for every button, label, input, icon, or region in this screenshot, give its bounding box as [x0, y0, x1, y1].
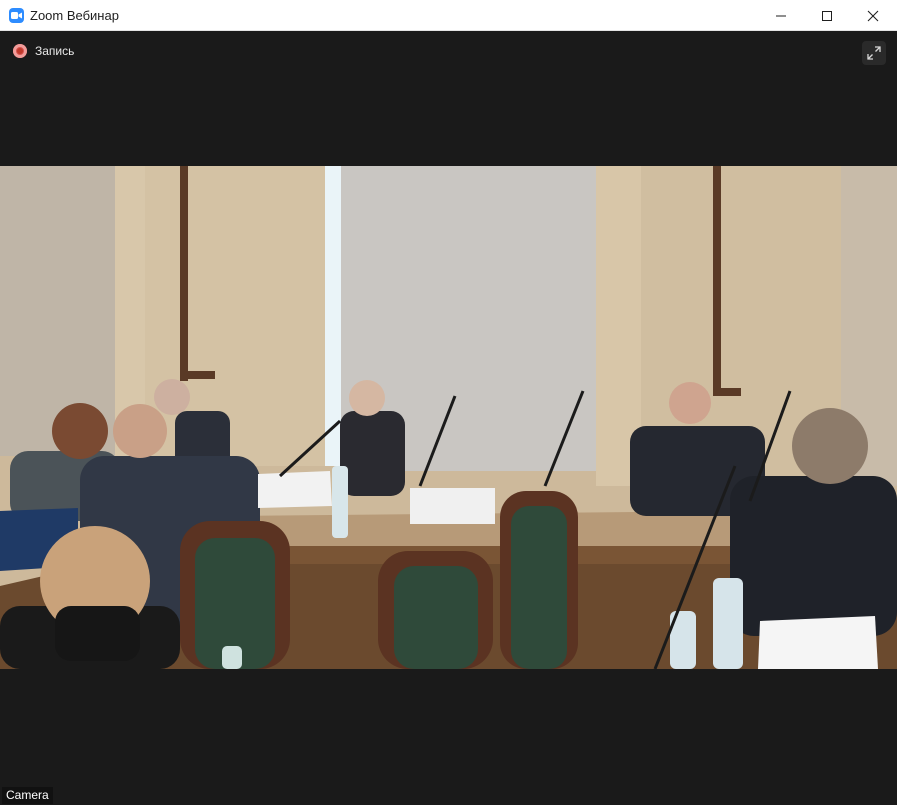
close-icon	[867, 10, 879, 22]
zoom-window: Zoom Вебинар Запись Camera	[0, 0, 897, 805]
recording-label: Запись	[35, 44, 75, 58]
maximize-button[interactable]	[804, 0, 850, 31]
zoom-camera-icon	[9, 8, 24, 23]
maximize-icon	[822, 11, 832, 21]
conference-room-scene	[0, 166, 897, 669]
recording-dot-icon	[13, 44, 27, 58]
minimize-button[interactable]	[758, 0, 804, 31]
fullscreen-icon	[867, 46, 881, 60]
participant-name-label: Camera	[2, 787, 53, 804]
minimize-icon	[776, 15, 786, 17]
fullscreen-button[interactable]	[862, 41, 886, 65]
window-title: Zoom Вебинар	[30, 8, 119, 23]
video-feed[interactable]	[0, 166, 897, 669]
title-bar: Zoom Вебинар	[0, 0, 897, 31]
close-button[interactable]	[850, 0, 896, 31]
